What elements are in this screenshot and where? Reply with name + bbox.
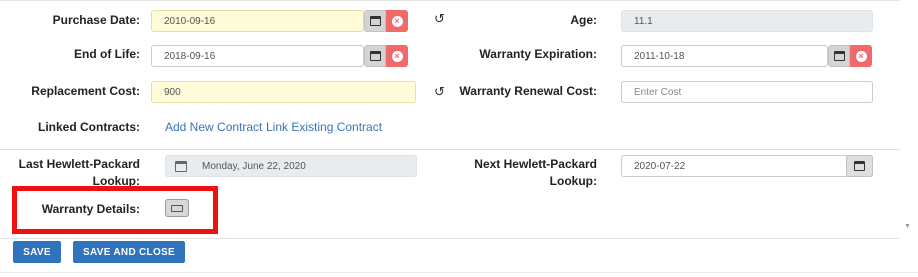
age-field: 11.1: [621, 10, 873, 32]
last-hp-lookup-field: Monday, June 22, 2020: [165, 155, 417, 177]
bottom-divider: [0, 238, 900, 239]
save-button[interactable]: SAVE: [13, 241, 61, 263]
age-label: Age:: [570, 13, 597, 27]
warranty-expiration-input[interactable]: 2011-10-18: [621, 45, 828, 67]
scrollbar[interactable]: [900, 0, 918, 238]
next-hp-lookup-label-line1: Next Hewlett-Packard: [474, 157, 597, 171]
calendar-icon: [369, 16, 381, 26]
calendar-icon: [175, 161, 187, 172]
purchase-date-input[interactable]: 2010-09-16: [151, 10, 364, 32]
top-divider: [0, 0, 900, 1]
purchase-date-calendar-button[interactable]: [364, 10, 386, 32]
calendar-icon: [369, 51, 381, 61]
linked-contracts-label: Linked Contracts:: [37, 120, 140, 134]
calendar-icon: [833, 51, 845, 61]
add-new-contract-link[interactable]: Add New Contract: [165, 119, 262, 135]
end-of-life-input[interactable]: 2018-09-16: [151, 45, 364, 67]
replacement-cost-input[interactable]: 900: [151, 81, 416, 103]
purchase-date-clear-button[interactable]: ×: [386, 10, 408, 32]
warranty-expiration-calendar-button[interactable]: [828, 45, 850, 67]
warranty-renewal-cost-input[interactable]: Enter Cost: [621, 81, 873, 103]
section-divider: [0, 149, 900, 150]
next-hp-lookup-input[interactable]: 2020-07-22: [621, 155, 873, 177]
save-and-close-button[interactable]: SAVE AND CLOSE: [73, 241, 185, 263]
link-existing-contract-link[interactable]: Link Existing Contract: [266, 119, 382, 135]
footer-divider: [0, 272, 918, 273]
highlight-box: [12, 186, 218, 234]
warranty-renewal-cost-label: Warranty Renewal Cost:: [459, 84, 597, 98]
calendar-icon: [854, 161, 865, 171]
clear-icon: ×: [855, 50, 867, 62]
end-of-life-clear-button[interactable]: ×: [386, 45, 408, 67]
purchase-date-label: Purchase Date:: [52, 13, 140, 27]
warranty-expiration-label: Warranty Expiration:: [479, 47, 597, 61]
scroll-down-arrow-icon[interactable]: ▼: [904, 223, 911, 230]
end-of-life-label: End of Life:: [74, 47, 140, 61]
last-hp-lookup-label-line1: Last Hewlett-Packard: [18, 157, 140, 171]
next-hp-lookup-calendar-button[interactable]: [846, 155, 873, 177]
next-hp-lookup-label-line2: Lookup:: [549, 174, 597, 188]
clear-icon: ×: [391, 50, 403, 62]
replacement-cost-label: Replacement Cost:: [31, 84, 140, 98]
end-of-life-calendar-button[interactable]: [364, 45, 386, 67]
warranty-expiration-clear-button[interactable]: ×: [850, 45, 872, 67]
clear-icon: ×: [391, 15, 403, 27]
